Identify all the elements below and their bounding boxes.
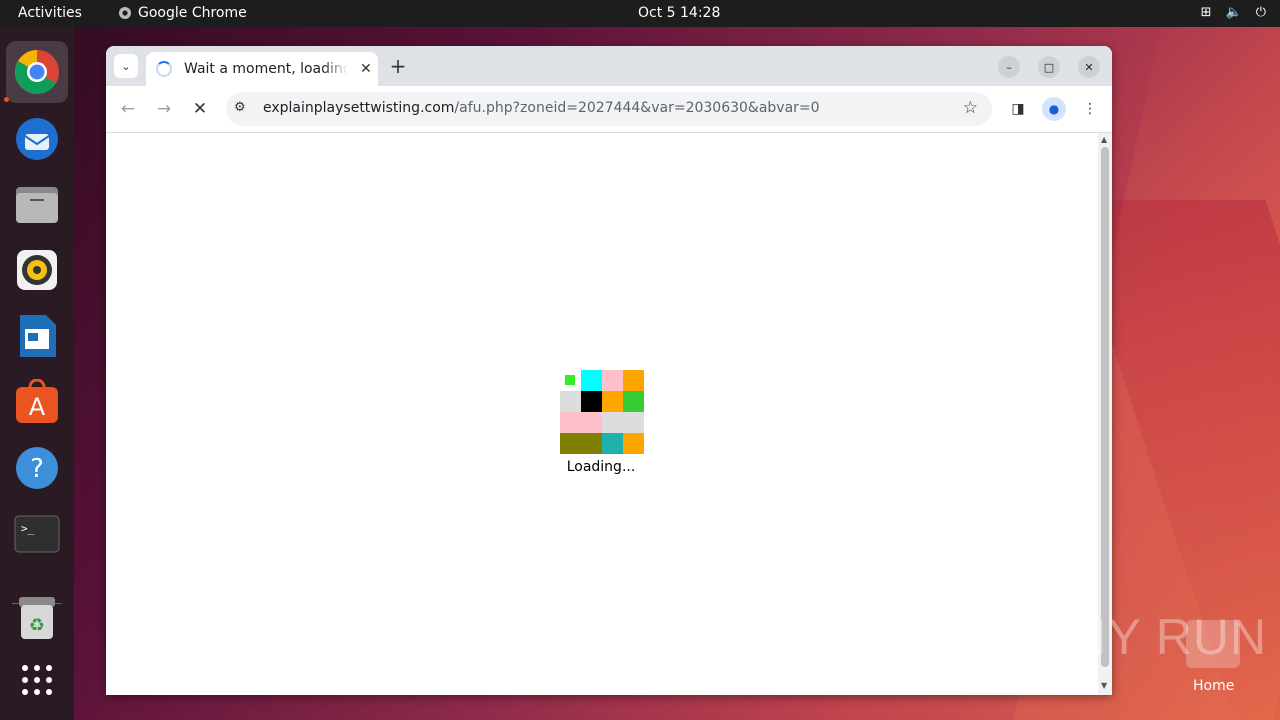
home-folder-label[interactable]: Home [1193,678,1234,694]
loader-grid-cell [581,391,602,412]
tab-title: Wait a moment, loading [184,61,348,77]
arrow-left-icon: ← [120,99,136,119]
loader-grid-cell [602,433,623,454]
loader-grid-cell [560,412,581,433]
loader-grid-cell [581,370,602,391]
loader-grid-cell [581,433,602,454]
scrollbar-thumb[interactable] [1101,147,1109,667]
trash-icon: ♻ [19,597,55,639]
arrow-right-icon: → [156,99,172,119]
profile-button[interactable]: ● [1042,97,1066,121]
app-name: Google Chrome [138,5,247,21]
network-icon: ⊞ [1200,5,1212,20]
svg-text:A: A [29,393,46,421]
chevron-down-icon: ⌄ [121,59,131,73]
loader-grid-cell [602,370,623,391]
dock-chrome[interactable] [6,41,68,103]
loader-grid-cell [602,412,623,433]
terminal-icon: >_ [14,515,60,553]
loading-text: Loading... [566,459,636,475]
side-panel-icon: ◨ [1011,101,1025,117]
loading-spinner-icon [156,61,172,77]
dock-app-center[interactable]: A [6,371,68,433]
help-icon: ? [16,447,58,489]
svg-text:?: ? [30,454,44,484]
dock-writer[interactable] [6,305,68,367]
loader-grid-cell [560,391,581,412]
app-center-icon: A [16,379,58,423]
loader-grid-cell [581,412,602,433]
home-folder-icon[interactable] [1186,620,1240,668]
site-info-icon[interactable]: ⚙ [234,100,246,115]
kebab-menu-icon: ⋮ [1083,101,1097,117]
address-bar[interactable]: ⚙ explainplaysettwisting.com/afu.php?zon… [226,92,992,126]
minimize-button[interactable]: – [998,56,1020,78]
clock[interactable]: Oct 5 14:28 [638,5,720,21]
menu-button[interactable]: ⋮ [1078,97,1102,121]
tab-close-icon[interactable]: ✕ [360,61,372,77]
stop-icon: ✕ [192,99,208,119]
thunderbird-icon [16,118,58,160]
scroll-down-icon[interactable]: ▼ [1101,681,1107,690]
svg-text:♻: ♻ [29,615,45,636]
system-tray[interactable]: ⊞ 🔈 ⏻ [1201,5,1266,20]
forward-button[interactable]: → [152,97,176,121]
side-panel-button[interactable]: ◨ [1006,97,1030,121]
dock-help[interactable]: ? [6,437,68,499]
dock: A ? >_ ♻ [0,27,74,720]
dock-thunderbird[interactable] [6,107,68,169]
dock-trash[interactable]: ♻ [6,587,68,649]
page-content: Loading... [106,133,1098,695]
loader-grid-cell [623,370,644,391]
person-icon: ● [1048,102,1060,116]
loader-grid-cell [623,433,644,454]
dock-rhythmbox[interactable] [6,239,68,301]
top-bar: Activities Google Chrome Oct 5 14:28 ⊞ 🔈… [0,0,1280,27]
app-grid-icon [22,665,52,695]
activities-button[interactable]: Activities [18,5,82,21]
stop-button[interactable]: ✕ [188,97,212,121]
loader-grid-cell [623,391,644,412]
new-tab-button[interactable]: + [386,54,410,78]
power-icon: ⏻ [1255,5,1266,20]
app-menu[interactable]: Google Chrome [118,5,247,21]
files-icon [16,187,58,223]
svg-text:>_: >_ [21,522,35,535]
tab-bar: ⌄ Wait a moment, loading ✕ + – □ ✕ [106,46,1112,86]
loader-grid-cell [602,391,623,412]
writer-icon [20,315,56,357]
browser-toolbar: ← → ✕ ⚙ explainplaysettwisting.com/afu.p… [106,86,1112,133]
show-apps-button[interactable] [6,649,68,711]
scroll-up-icon[interactable]: ▲ [1101,135,1107,144]
close-window-button[interactable]: ✕ [1078,56,1100,78]
url-host: explainplaysettwisting.com [263,100,455,116]
loader-grid-cell [623,412,644,433]
maximize-button[interactable]: □ [1038,56,1060,78]
bookmark-star-icon[interactable]: ☆ [963,98,978,118]
url-text[interactable]: explainplaysettwisting.com/afu.php?zonei… [263,100,820,116]
dock-terminal[interactable]: >_ [6,503,68,565]
loader-grid-cell [565,375,575,385]
loader-color-grid [560,370,644,454]
back-button[interactable]: ← [116,97,140,121]
chrome-icon [15,50,59,94]
tab-search-button[interactable]: ⌄ [114,54,138,78]
browser-window: ⌄ Wait a moment, loading ✕ + – □ ✕ ← → ✕… [106,46,1112,695]
volume-icon: 🔈 [1225,5,1242,20]
running-indicator [4,97,9,102]
active-tab[interactable]: Wait a moment, loading ✕ [146,52,378,86]
url-path: /afu.php?zoneid=2027444&var=2030630&abva… [454,100,820,116]
dock-files[interactable] [6,173,68,235]
chrome-icon [119,7,131,19]
loader-grid-cell [560,433,581,454]
rhythmbox-icon [17,250,57,290]
